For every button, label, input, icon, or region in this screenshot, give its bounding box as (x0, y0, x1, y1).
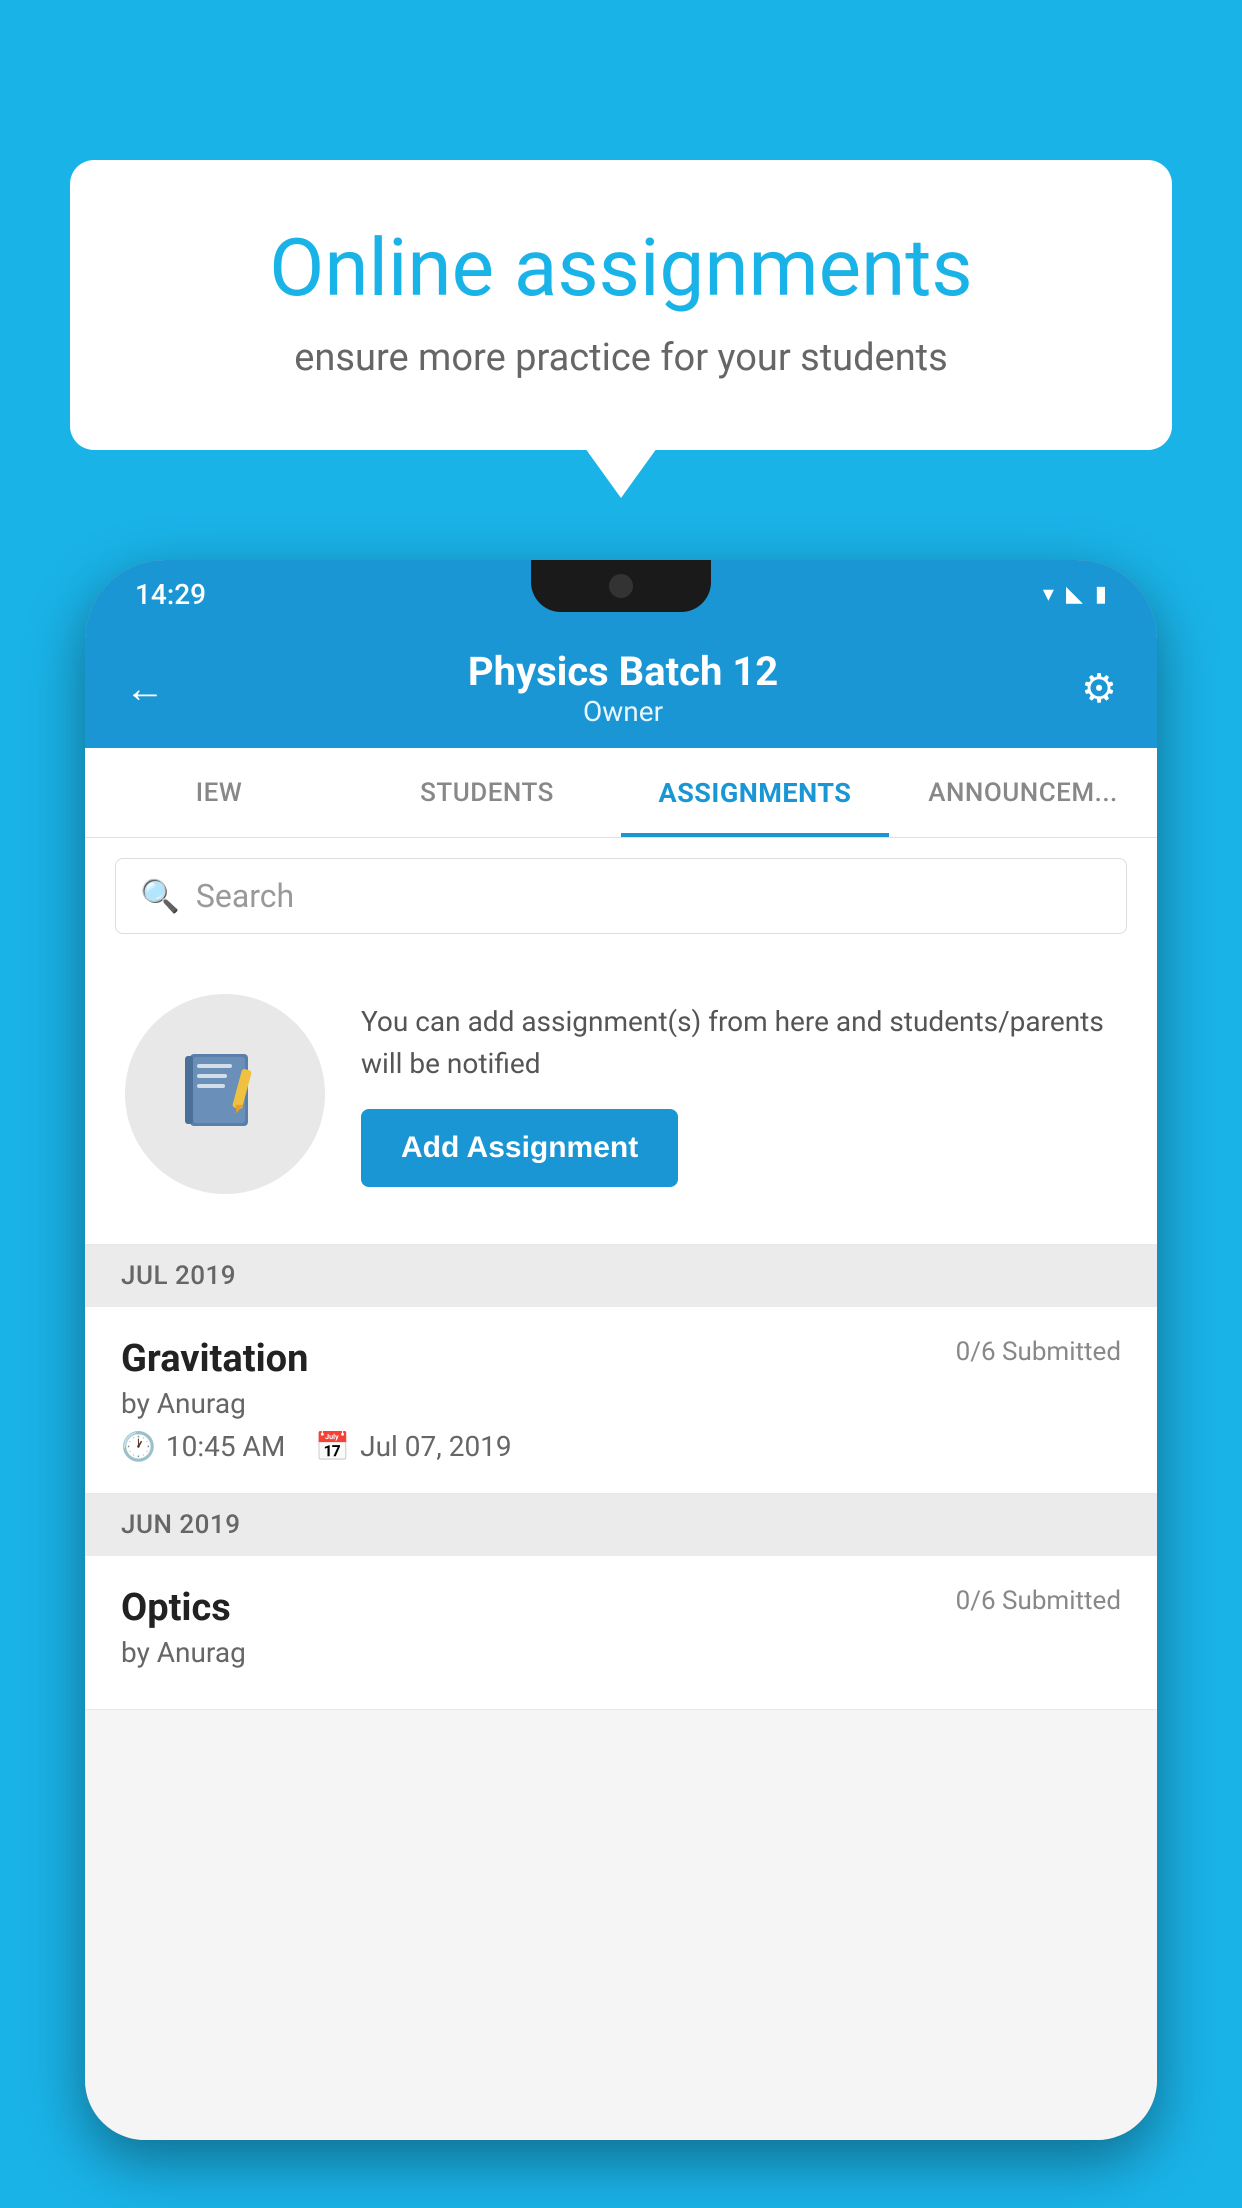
promo-description: You can add assignment(s) from here and … (361, 1001, 1117, 1085)
speech-bubble: Online assignments ensure more practice … (70, 160, 1172, 450)
section-header-jul: JUL 2019 (85, 1245, 1157, 1307)
tab-iew-label: IEW (196, 778, 242, 808)
tab-assignments[interactable]: ASSIGNMENTS (621, 748, 889, 837)
assignment-title-gravitation: Gravitation (121, 1337, 308, 1381)
back-button[interactable]: ← (125, 665, 165, 712)
speech-bubble-title: Online assignments (140, 220, 1102, 316)
tab-bar: IEW STUDENTS ASSIGNMENTS ANNOUNCEM... (85, 748, 1157, 838)
tab-assignments-label: ASSIGNMENTS (659, 777, 852, 809)
calendar-icon: 📅 (315, 1430, 350, 1463)
clock-icon: 🕐 (121, 1430, 156, 1463)
assignment-top: Gravitation 0/6 Submitted (121, 1337, 1121, 1381)
status-icons: ▾ ◣ ▮ (1043, 582, 1107, 607)
header-title-group: Physics Batch 12 Owner (468, 648, 778, 728)
assignment-time-detail: 🕐 10:45 AM (121, 1430, 285, 1463)
assignment-submitted-optics: 0/6 Submitted (956, 1586, 1121, 1616)
search-icon: 🔍 (140, 877, 180, 915)
phone-notch (531, 560, 711, 612)
battery-icon: ▮ (1095, 582, 1107, 607)
promo-card: You can add assignment(s) from here and … (85, 954, 1157, 1245)
phone-camera (609, 574, 633, 598)
assignment-time-gravitation: 10:45 AM (166, 1430, 285, 1463)
section-header-jun: JUN 2019 (85, 1494, 1157, 1556)
phone-screen: 14:29 ▾ ◣ ▮ ← Physics Batch 12 Owner ⚙ (85, 560, 1157, 2140)
speech-bubble-subtitle: ensure more practice for your students (140, 336, 1102, 380)
settings-icon[interactable]: ⚙ (1081, 665, 1117, 712)
section-header-jul-label: JUL 2019 (121, 1261, 236, 1291)
phone-mockup: 14:29 ▾ ◣ ▮ ← Physics Batch 12 Owner ⚙ (85, 560, 1157, 2140)
promo-content: You can add assignment(s) from here and … (361, 1001, 1117, 1187)
status-time: 14:29 (135, 578, 206, 611)
assignment-optics[interactable]: Optics 0/6 Submitted by Anurag (85, 1556, 1157, 1710)
speech-bubble-container: Online assignments ensure more practice … (70, 160, 1172, 450)
section-header-jun-label: JUN 2019 (121, 1510, 240, 1540)
tab-students[interactable]: STUDENTS (353, 748, 621, 837)
add-assignment-button[interactable]: Add Assignment (361, 1109, 678, 1187)
signal-icon: ◣ (1066, 582, 1083, 607)
assignment-submitted-gravitation: 0/6 Submitted (956, 1337, 1121, 1367)
screen-content: 🔍 Search (85, 838, 1157, 2140)
assignment-author-gravitation: by Anurag (121, 1387, 1121, 1420)
assignment-title-optics: Optics (121, 1586, 231, 1630)
assignment-date-detail: 📅 Jul 07, 2019 (315, 1430, 511, 1463)
assignment-gravitation[interactable]: Gravitation 0/6 Submitted by Anurag 🕐 10… (85, 1307, 1157, 1494)
assignment-icon-circle (125, 994, 325, 1194)
tab-announcements[interactable]: ANNOUNCEM... (889, 748, 1157, 837)
app-header: ← Physics Batch 12 Owner ⚙ (85, 628, 1157, 748)
assignment-date-gravitation: Jul 07, 2019 (360, 1430, 512, 1463)
assignment-details-gravitation: 🕐 10:45 AM 📅 Jul 07, 2019 (121, 1430, 1121, 1463)
search-bar-container: 🔍 Search (85, 838, 1157, 954)
tab-announcements-label: ANNOUNCEM... (928, 778, 1118, 808)
search-bar[interactable]: 🔍 Search (115, 858, 1127, 934)
assignment-author-optics: by Anurag (121, 1636, 1121, 1669)
header-title: Physics Batch 12 (468, 648, 778, 695)
search-input[interactable]: Search (196, 877, 294, 915)
phone-container: 14:29 ▾ ◣ ▮ ← Physics Batch 12 Owner ⚙ (85, 560, 1157, 2208)
tab-iew[interactable]: IEW (85, 748, 353, 837)
tab-students-label: STUDENTS (420, 778, 554, 808)
header-subtitle: Owner (468, 695, 778, 728)
assignment-book-icon (175, 1044, 275, 1144)
wifi-icon: ▾ (1043, 582, 1054, 607)
assignment-optics-top: Optics 0/6 Submitted (121, 1586, 1121, 1630)
